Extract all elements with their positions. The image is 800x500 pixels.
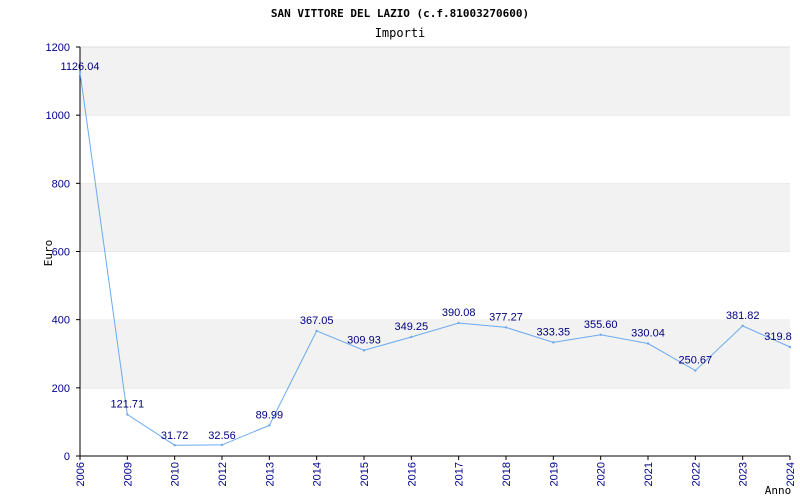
data-point xyxy=(173,443,176,447)
x-tick-label: 2020 xyxy=(596,462,608,486)
data-point xyxy=(504,326,508,329)
y-tick-label: 800 xyxy=(52,178,70,190)
x-tick-label: 2016 xyxy=(406,462,418,486)
data-point xyxy=(220,443,224,447)
data-point xyxy=(457,321,460,325)
data-point xyxy=(599,333,602,336)
data-label: 89.99 xyxy=(256,409,284,421)
x-tick-label: 2021 xyxy=(643,462,655,486)
grid-band xyxy=(80,47,790,116)
data-point xyxy=(315,329,318,333)
data-label: 377.27 xyxy=(489,311,523,323)
y-tick-label: 0 xyxy=(64,451,70,463)
data-label: 390.08 xyxy=(442,307,476,319)
data-label: 121.71 xyxy=(111,399,145,411)
grid-bands xyxy=(80,46,790,456)
x-tick-label: 2023 xyxy=(738,462,750,486)
data-label: 250.67 xyxy=(679,355,713,367)
data-label: 319.8 xyxy=(764,331,792,343)
chart-title: SAN VITTORE DEL LAZIO (c.f.81003270600) xyxy=(271,7,529,20)
y-tick-label: 200 xyxy=(52,383,70,395)
line-chart: SAN VITTORE DEL LAZIO (c.f.81003270600) … xyxy=(42,7,797,497)
grid-band xyxy=(80,183,790,252)
data-point xyxy=(268,424,271,427)
x-tick-label: 2014 xyxy=(312,462,324,486)
grid-band xyxy=(80,387,790,456)
y-tick-label: 400 xyxy=(52,315,70,327)
data-label: 333.35 xyxy=(537,326,571,338)
data-point xyxy=(126,413,129,416)
data-label: 381.82 xyxy=(726,310,760,322)
data-label: 1126.04 xyxy=(61,61,100,73)
data-label: 32.56 xyxy=(208,430,236,442)
x-tick-label: 2024 xyxy=(785,462,797,486)
x-tick-label: 2009 xyxy=(122,462,134,486)
x-tick-label: 2018 xyxy=(501,462,513,486)
y-tick-label: 1200 xyxy=(46,42,70,54)
x-tick-label: 2015 xyxy=(359,462,371,486)
data-point xyxy=(552,341,555,344)
data-point xyxy=(694,369,697,372)
data-label: 349.25 xyxy=(395,321,429,333)
x-tick-label: 2010 xyxy=(170,462,182,486)
data-point xyxy=(646,342,650,345)
x-tick-label: 2012 xyxy=(217,462,229,486)
grid-band xyxy=(80,115,790,184)
chart-subtitle: Importi xyxy=(375,26,426,40)
data-label: 31.72 xyxy=(161,430,189,442)
data-label: 367.05 xyxy=(300,315,334,327)
grid-band xyxy=(80,251,790,320)
x-axis: 2006 2009 2010 2012 2013 2014 2015 2016 2017 2018… xyxy=(75,455,797,486)
data-label: 309.93 xyxy=(347,334,381,346)
data-point xyxy=(410,335,413,339)
data-label: 330.04 xyxy=(631,328,665,340)
data-point xyxy=(741,324,744,328)
y-tick-label: 1000 xyxy=(46,110,70,122)
data-point xyxy=(362,349,366,352)
data-point xyxy=(788,345,792,349)
x-tick-label: 2013 xyxy=(264,462,276,486)
x-tick-label: 2022 xyxy=(690,462,702,486)
x-tick-label: 2006 xyxy=(75,462,87,486)
data-label: 355.60 xyxy=(584,319,618,331)
y-axis-label: Euro xyxy=(42,240,55,267)
x-axis-label: Anno xyxy=(765,484,792,497)
x-tick-label: 2017 xyxy=(454,462,466,486)
x-tick-label: 2019 xyxy=(548,462,560,486)
